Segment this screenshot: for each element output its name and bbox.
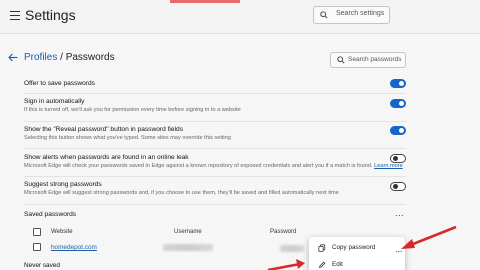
password-context-menu: Copy password Edit [309,237,405,270]
setting-offer-to-save: Offer to save passwords [24,80,414,87]
row-divider [24,148,406,149]
reveal-password-toggle[interactable] [390,126,406,135]
setting-label: Offer to save passwords [24,80,95,87]
setting-reveal-password: Show the "Reveal password" button in pas… [24,126,414,141]
row-divider [24,93,406,94]
saved-site-link[interactable]: homedepot.com [51,244,97,251]
breadcrumb: Profiles / Passwords [24,52,115,63]
setting-description: If this is turned off, we'll ask you for… [24,107,241,113]
edit-menu-item[interactable]: Edit [309,257,405,270]
search-icon [320,11,328,19]
setting-label: Show the "Reveal password" button in pas… [24,126,183,133]
setting-leak-alerts: Show alerts when passwords are found in … [24,154,414,169]
settings-page: Settings Search settings Profiles / Pass… [0,0,480,270]
setting-description: Microsoft Edge will suggest strong passw… [24,190,339,196]
row-divider [24,204,406,205]
edit-label: Edit [332,261,343,268]
row-divider [24,176,406,177]
page-title: Settings [25,7,76,23]
setting-label: Sign in automatically [24,98,85,105]
saved-passwords-more-button[interactable]: ... [395,208,404,218]
select-all-checkbox[interactable] [33,228,41,236]
copy-password-menu-item[interactable]: Copy password [309,240,405,256]
search-icon [337,56,345,64]
setting-description: Microsoft Edge will check your passwords… [24,163,414,169]
password-blurred [280,245,304,252]
settings-search-placeholder: Search settings [336,10,385,17]
leak-alerts-toggle[interactable] [390,154,406,163]
setting-label: Show alerts when passwords are found in … [24,154,189,161]
username-blurred [163,244,213,251]
never-saved-title: Never saved [24,262,60,269]
annotation-arrow-icon [401,225,457,249]
leak-alerts-description: Microsoft Edge will check your passwords… [24,163,373,169]
column-website: Website [51,229,73,235]
copy-password-label: Copy password [332,244,376,251]
password-search-placeholder: Search passwords [348,56,402,63]
suggest-strong-toggle[interactable] [390,182,406,191]
saved-passwords-title: Saved passwords [24,211,77,218]
pencil-icon [319,261,326,268]
row-checkbox[interactable] [33,243,41,251]
setting-description: Selecting this button shows what you've … [24,135,231,141]
settings-search-input[interactable]: Search settings [313,6,390,24]
breadcrumb-current: Passwords [65,52,115,63]
column-username: Username [174,229,202,235]
back-arrow-icon[interactable] [8,53,18,62]
offer-to-save-toggle[interactable] [390,79,406,88]
breadcrumb-separator: / [57,52,66,63]
setting-label: Suggest strong passwords [24,181,102,188]
annotation-arrow-icon [267,259,305,270]
learn-more-link[interactable]: Learn more [374,163,403,169]
column-password: Password [270,229,297,235]
settings-header: Settings Search settings [0,0,480,34]
row-divider [24,121,406,122]
breadcrumb-profiles-link[interactable]: Profiles [24,52,57,63]
copy-icon [318,244,326,252]
sign-in-automatically-toggle[interactable] [390,99,406,108]
hamburger-menu-icon[interactable] [10,11,20,20]
setting-suggest-strong: Suggest strong passwords Microsoft Edge … [24,181,414,196]
setting-sign-in-automatically: Sign in automatically If this is turned … [24,98,414,113]
password-search-input[interactable]: Search passwords [330,52,406,68]
